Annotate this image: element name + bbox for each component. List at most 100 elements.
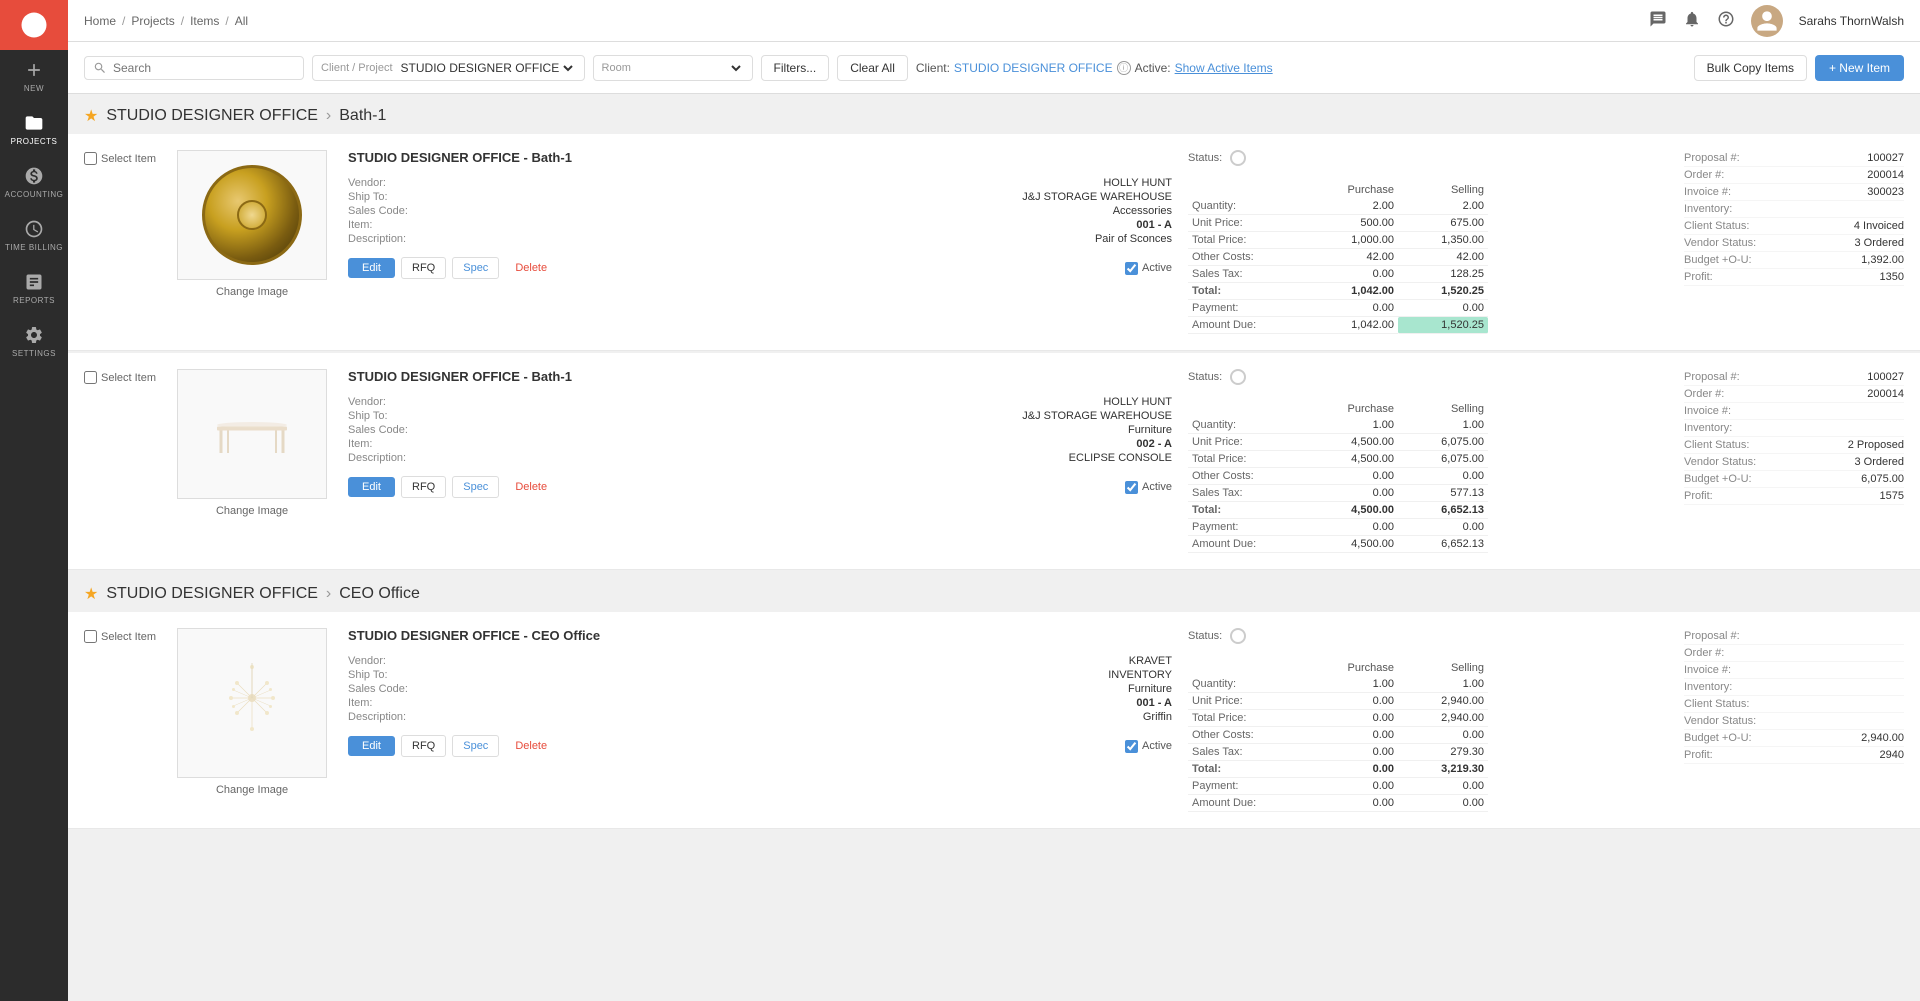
item-1-image-section: Change Image xyxy=(172,150,332,334)
active-check-3[interactable]: Active xyxy=(1125,740,1172,753)
change-image-2[interactable]: Change Image xyxy=(216,505,288,517)
filters-button[interactable]: Filters... xyxy=(761,55,830,81)
item-2-image-section: Change Image xyxy=(172,369,332,553)
item-3-sales-code: Furniture xyxy=(446,683,1172,695)
active-label: Active: xyxy=(1135,61,1171,75)
delete-button-3[interactable]: Delete xyxy=(505,736,557,756)
item-1-meta: Proposal #: 100027 Order #: 200014 Invoi… xyxy=(1684,150,1904,334)
section-ceo-title: STUDIO DESIGNER OFFICE › CEO Office xyxy=(106,585,420,603)
rfq-button-2[interactable]: RFQ xyxy=(401,476,446,498)
active-checkbox-2[interactable] xyxy=(1125,481,1138,494)
section-star-ceo: ★ xyxy=(84,584,98,604)
active-check-1[interactable]: Active xyxy=(1125,262,1172,275)
active-check-2[interactable]: Active xyxy=(1125,481,1172,494)
topnav-actions: Sarahs ThornWalsh xyxy=(1649,5,1904,37)
price-table-2-header: Purchase Selling xyxy=(1188,401,1668,417)
sidebar-item-time-billing[interactable]: TIME BILLING xyxy=(0,209,68,262)
app-logo[interactable] xyxy=(0,0,68,50)
item-label: Item: xyxy=(348,219,438,231)
other-row-1: Other Costs: 42.00 42.00 xyxy=(1188,249,1668,266)
chat-icon[interactable] xyxy=(1649,10,1667,31)
edit-button-1[interactable]: Edit xyxy=(348,258,395,278)
new-item-button[interactable]: + New Item xyxy=(1815,55,1904,81)
item-2-desc: ECLIPSE CONSOLE xyxy=(446,452,1172,464)
sidebar-item-accounting[interactable]: ACCOUNTING xyxy=(0,156,68,209)
info-icon[interactable]: ⓘ xyxy=(1117,61,1131,75)
item-3-ship-to: INVENTORY xyxy=(446,669,1172,681)
item-1-image xyxy=(177,150,327,280)
select-item-2-label[interactable]: Select Item xyxy=(84,371,156,384)
purchase-header-2: Purchase xyxy=(1308,401,1398,417)
item-1-title: STUDIO DESIGNER OFFICE - Bath-1 xyxy=(348,150,1172,165)
invoice-row-1: Invoice #: 300023 xyxy=(1684,184,1904,201)
room-filter[interactable]: Room xyxy=(593,55,753,81)
payment-row-1: Payment: 0.00 0.00 xyxy=(1188,300,1668,317)
item-3-detail-grid: Vendor: KRAVET Ship To: INVENTORY Sales … xyxy=(348,655,1172,723)
price-table-3: Purchase Selling Quantity: 1.00 1.00 Uni… xyxy=(1188,660,1668,812)
client-value-link[interactable]: STUDIO DESIGNER OFFICE xyxy=(954,61,1113,75)
unit-row-1: Unit Price: 500.00 675.00 xyxy=(1188,215,1668,232)
item-card-3: Select Item xyxy=(68,612,1920,829)
change-image-1[interactable]: Change Image xyxy=(216,286,288,298)
edit-button-2[interactable]: Edit xyxy=(348,477,395,497)
breadcrumb-projects[interactable]: Projects xyxy=(131,14,174,28)
breadcrumb-home[interactable]: Home xyxy=(84,14,116,28)
sidebar-label-time-billing: TIME BILLING xyxy=(5,243,63,252)
item-3-details: STUDIO DESIGNER OFFICE - CEO Office Vend… xyxy=(348,628,1172,812)
content-area: ★ STUDIO DESIGNER OFFICE › Bath-1 Select… xyxy=(68,94,1920,1001)
section-star: ★ xyxy=(84,106,98,126)
toolbar-right-actions: Bulk Copy Items + New Item xyxy=(1694,55,1904,81)
client-project-select[interactable]: STUDIO DESIGNER OFFICE xyxy=(397,60,576,76)
user-name[interactable]: Sarahs ThornWalsh xyxy=(1799,14,1904,28)
select-item-1-checkbox[interactable] xyxy=(84,152,97,165)
item-card-2: Select Item Change Image xyxy=(68,353,1920,570)
tax-row-1: Sales Tax: 0.00 128.25 xyxy=(1188,266,1668,283)
select-item-1-label[interactable]: Select Item xyxy=(84,152,156,165)
help-icon[interactable] xyxy=(1717,10,1735,31)
delete-button-1[interactable]: Delete xyxy=(505,258,557,278)
chandelier-svg xyxy=(212,663,292,743)
search-box[interactable] xyxy=(84,56,304,80)
purchase-header: Purchase xyxy=(1308,182,1398,198)
inventory-row-1: Inventory: xyxy=(1684,201,1904,218)
section-client-name-ceo: STUDIO DESIGNER OFFICE xyxy=(106,585,318,603)
sidebar-item-new[interactable]: NEW xyxy=(0,50,68,103)
price-table-2: Purchase Selling Quantity: 1.00 1.00 Uni… xyxy=(1188,401,1668,553)
clear-button[interactable]: Clear All xyxy=(837,55,908,81)
sidebar-item-reports[interactable]: REPORTS xyxy=(0,262,68,315)
item-1-sales-code: Accessories xyxy=(446,205,1172,217)
room-select[interactable] xyxy=(635,60,744,76)
delete-button-2[interactable]: Delete xyxy=(505,477,557,497)
avatar[interactable] xyxy=(1751,5,1783,37)
spec-button-2[interactable]: Spec xyxy=(452,476,499,498)
show-active-link[interactable]: Show Active Items xyxy=(1175,61,1273,75)
status-circle-1 xyxy=(1230,150,1246,166)
sidebar-item-settings[interactable]: SETTINGS xyxy=(0,315,68,368)
client-info: Client: STUDIO DESIGNER OFFICE ⓘ Active:… xyxy=(916,61,1273,75)
proposal-row-1: Proposal #: 100027 xyxy=(1684,150,1904,167)
select-item-3-checkbox[interactable] xyxy=(84,630,97,643)
select-item-2-checkbox[interactable] xyxy=(84,371,97,384)
rfq-button-3[interactable]: RFQ xyxy=(401,735,446,757)
breadcrumb-items[interactable]: Items xyxy=(190,14,219,28)
edit-button-3[interactable]: Edit xyxy=(348,736,395,756)
price-table-1: Purchase Selling Quantity: 2.00 2.00 Uni… xyxy=(1188,182,1668,334)
selling-header-2: Selling xyxy=(1398,401,1488,417)
client-label: Client: xyxy=(916,61,950,75)
client-project-filter[interactable]: Client / Project STUDIO DESIGNER OFFICE xyxy=(312,55,585,81)
select-item-3-label[interactable]: Select Item xyxy=(84,630,156,643)
bulk-copy-button[interactable]: Bulk Copy Items xyxy=(1694,55,1807,81)
spec-button-1[interactable]: Spec xyxy=(452,257,499,279)
item-1-actions: Edit RFQ Spec Delete Active xyxy=(348,257,1172,279)
search-input[interactable] xyxy=(113,61,273,75)
active-checkbox-1[interactable] xyxy=(1125,262,1138,275)
item-3-image-section: Change Image xyxy=(172,628,332,812)
change-image-3[interactable]: Change Image xyxy=(216,784,288,796)
sidebar-item-projects[interactable]: PROJECTS xyxy=(0,103,68,156)
notifications-icon[interactable] xyxy=(1683,10,1701,31)
qty-row-1: Quantity: 2.00 2.00 xyxy=(1188,198,1668,215)
active-checkbox-3[interactable] xyxy=(1125,740,1138,753)
spec-button-3[interactable]: Spec xyxy=(452,735,499,757)
item-2-meta: Proposal #: 100027 Order #: 200014 Invoi… xyxy=(1684,369,1904,553)
rfq-button-1[interactable]: RFQ xyxy=(401,257,446,279)
